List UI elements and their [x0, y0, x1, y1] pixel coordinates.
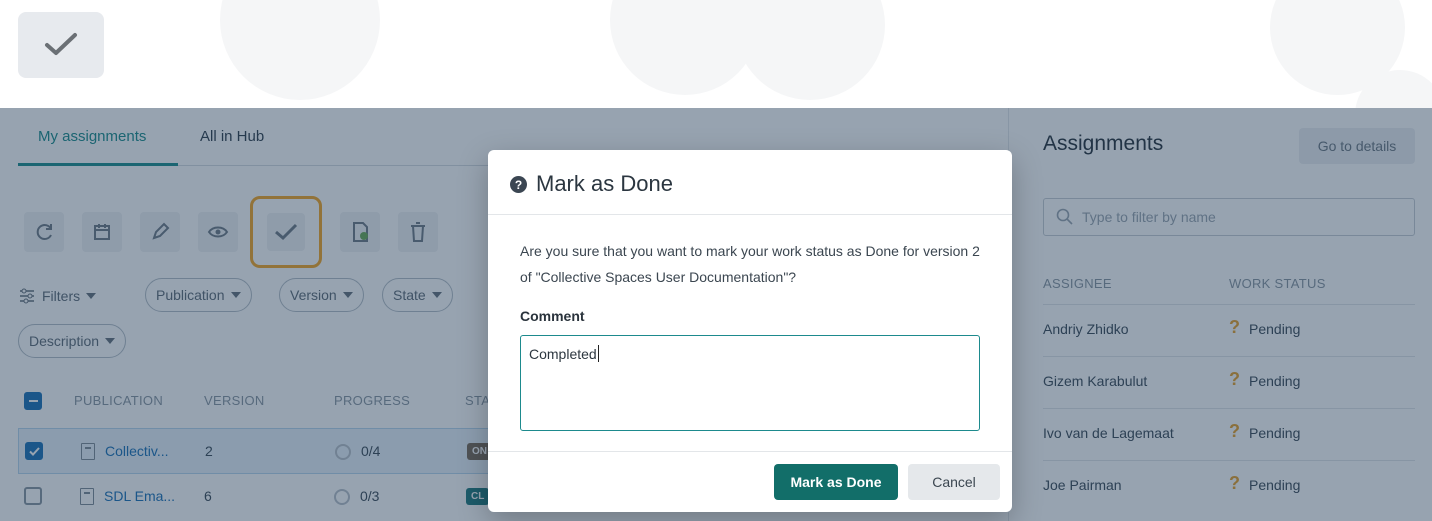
check-icon [45, 33, 77, 55]
mark-done-dialog: ? Mark as Done Are you sure that you wan… [488, 150, 1012, 512]
text-cursor [597, 345, 599, 362]
check-icon-callout [18, 12, 104, 78]
dialog-title: Mark as Done [536, 171, 673, 196]
cancel-button[interactable]: Cancel [908, 464, 1000, 500]
dialog-header: ? Mark as Done [488, 150, 1012, 215]
background-shape [220, 0, 380, 100]
mark-as-done-button[interactable]: Mark as Done [774, 464, 898, 500]
app-window: My assignments All in Hub Filters Public… [0, 0, 1432, 521]
comment-value: Completed [529, 346, 597, 362]
help-icon: ? [510, 176, 527, 193]
comment-label: Comment [520, 308, 585, 324]
dialog-message: Are you sure that you want to mark your … [520, 243, 980, 285]
comment-textarea[interactable]: Completed [520, 335, 980, 431]
background-shape [735, 0, 885, 100]
dialog-footer: Mark as Done Cancel [488, 451, 1012, 512]
